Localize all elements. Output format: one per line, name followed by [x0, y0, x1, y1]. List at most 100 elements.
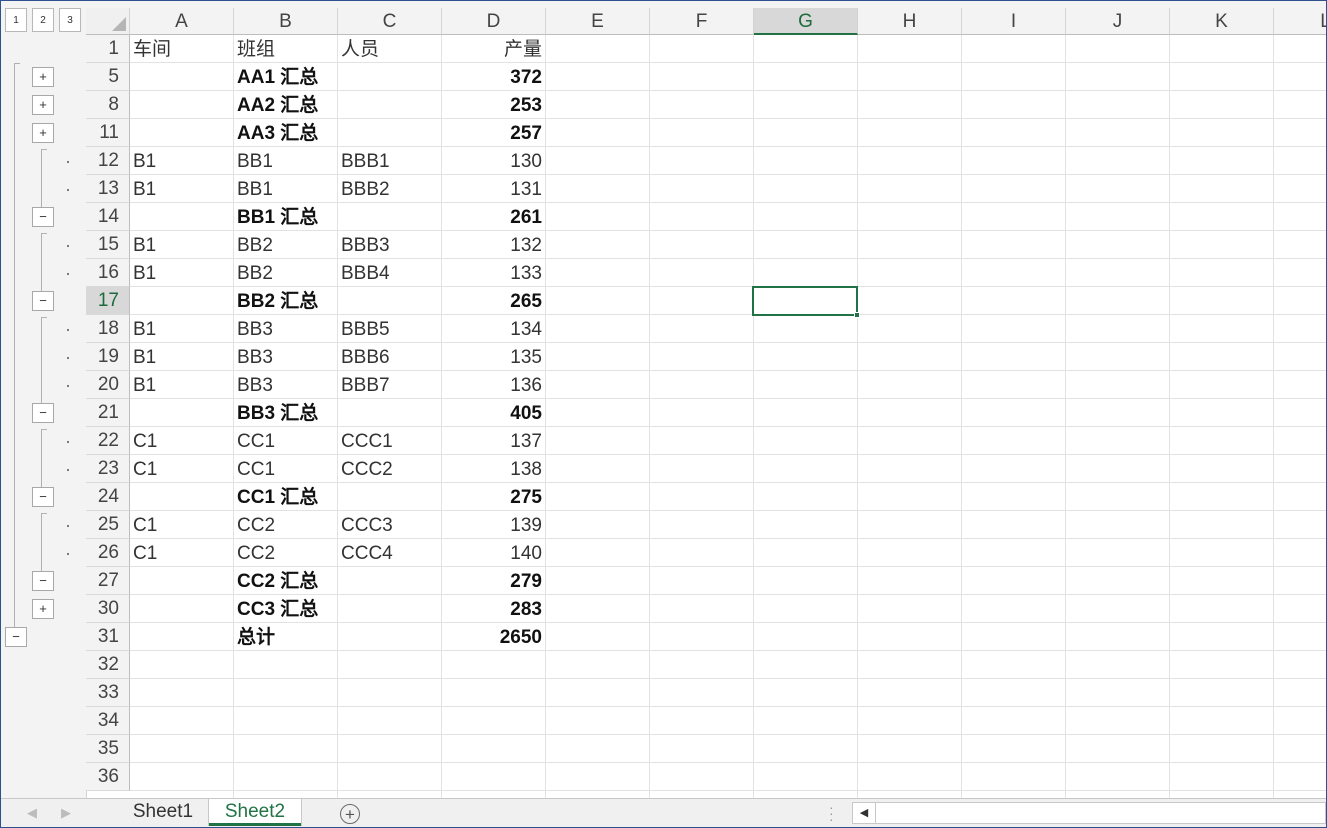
- cell-D5[interactable]: 372: [442, 63, 546, 91]
- column-header-D[interactable]: D: [442, 8, 546, 35]
- row-header-14[interactable]: 14: [86, 203, 130, 231]
- row-header-1[interactable]: 1: [86, 35, 130, 63]
- row-header-32[interactable]: 32: [86, 651, 130, 679]
- cell-B20[interactable]: BB3: [234, 371, 338, 399]
- row-header-25[interactable]: 25: [86, 511, 130, 539]
- row-header-36[interactable]: 36: [86, 763, 130, 791]
- cell-B16[interactable]: BB2: [234, 259, 338, 287]
- cell-B27[interactable]: CC2 汇总: [234, 567, 338, 595]
- cell-B24[interactable]: CC1 汇总: [234, 483, 338, 511]
- cell-D21[interactable]: 405: [442, 399, 546, 427]
- cell-C18[interactable]: BBB5: [338, 315, 442, 343]
- next-sheet-arrow-icon[interactable]: ▶: [61, 805, 71, 821]
- cell-D17[interactable]: 265: [442, 287, 546, 315]
- row-header-26[interactable]: 26: [86, 539, 130, 567]
- outline-toggle-row-27[interactable]: −: [32, 571, 54, 591]
- row-header-35[interactable]: 35: [86, 735, 130, 763]
- row-header-8[interactable]: 8: [86, 91, 130, 119]
- cell-D15[interactable]: 132: [442, 231, 546, 259]
- row-header-11[interactable]: 11: [86, 119, 130, 147]
- cell-A19[interactable]: B1: [130, 343, 234, 371]
- cell-A1[interactable]: 车间: [130, 35, 234, 63]
- cell-B21[interactable]: BB3 汇总: [234, 399, 338, 427]
- cell-C19[interactable]: BBB6: [338, 343, 442, 371]
- cell-D8[interactable]: 253: [442, 91, 546, 119]
- sheet-tab-sheet1[interactable]: Sheet1: [117, 799, 209, 826]
- cell-D1[interactable]: 产量: [442, 35, 546, 63]
- row-header-21[interactable]: 21: [86, 399, 130, 427]
- column-header-F[interactable]: F: [650, 8, 754, 35]
- prev-sheet-arrow-icon[interactable]: ◀: [27, 805, 37, 821]
- cell-C26[interactable]: CCC4: [338, 539, 442, 567]
- column-header-H[interactable]: H: [858, 8, 962, 35]
- cell-C23[interactable]: CCC2: [338, 455, 442, 483]
- column-header-L[interactable]: L: [1274, 8, 1326, 35]
- cell-A12[interactable]: B1: [130, 147, 234, 175]
- outline-toggle-row-24[interactable]: −: [32, 487, 54, 507]
- sheet-tab-sheet2[interactable]: Sheet2: [209, 799, 301, 826]
- outline-toggle-row-5[interactable]: +: [32, 67, 54, 87]
- column-header-E[interactable]: E: [546, 8, 650, 35]
- outline-toggle-row-8[interactable]: +: [32, 95, 54, 115]
- cell-C1[interactable]: 人员: [338, 35, 442, 63]
- cell-D26[interactable]: 140: [442, 539, 546, 567]
- row-header-27[interactable]: 27: [86, 567, 130, 595]
- cell-C15[interactable]: BBB3: [338, 231, 442, 259]
- cell-B12[interactable]: BB1: [234, 147, 338, 175]
- cell-A20[interactable]: B1: [130, 371, 234, 399]
- cell-C16[interactable]: BBB4: [338, 259, 442, 287]
- cell-B5[interactable]: AA1 汇总: [234, 63, 338, 91]
- outline-level-2-button[interactable]: 2: [32, 8, 54, 32]
- cell-B19[interactable]: BB3: [234, 343, 338, 371]
- cell-C20[interactable]: BBB7: [338, 371, 442, 399]
- cell-A26[interactable]: C1: [130, 539, 234, 567]
- row-header-19[interactable]: 19: [86, 343, 130, 371]
- cell-D19[interactable]: 135: [442, 343, 546, 371]
- cell-C12[interactable]: BBB1: [338, 147, 442, 175]
- column-header-K[interactable]: K: [1170, 8, 1274, 35]
- cell-B22[interactable]: CC1: [234, 427, 338, 455]
- cell-A15[interactable]: B1: [130, 231, 234, 259]
- cell-B31[interactable]: 总计: [234, 623, 338, 651]
- cell-B15[interactable]: BB2: [234, 231, 338, 259]
- cell-B25[interactable]: CC2: [234, 511, 338, 539]
- outline-toggle-row-31[interactable]: −: [5, 627, 27, 647]
- cell-B30[interactable]: CC3 汇总: [234, 595, 338, 623]
- cell-B26[interactable]: CC2: [234, 539, 338, 567]
- row-header-24[interactable]: 24: [86, 483, 130, 511]
- column-header-C[interactable]: C: [338, 8, 442, 35]
- cell-B18[interactable]: BB3: [234, 315, 338, 343]
- cell-D18[interactable]: 134: [442, 315, 546, 343]
- row-header-5[interactable]: 5: [86, 63, 130, 91]
- cell-B8[interactable]: AA2 汇总: [234, 91, 338, 119]
- outline-toggle-row-14[interactable]: −: [32, 207, 54, 227]
- cell-C22[interactable]: CCC1: [338, 427, 442, 455]
- row-header-12[interactable]: 12: [86, 147, 130, 175]
- select-all-corner[interactable]: [86, 8, 130, 35]
- cell-A23[interactable]: C1: [130, 455, 234, 483]
- row-header-33[interactable]: 33: [86, 679, 130, 707]
- outline-toggle-row-17[interactable]: −: [32, 291, 54, 311]
- row-header-22[interactable]: 22: [86, 427, 130, 455]
- outline-toggle-row-11[interactable]: +: [32, 123, 54, 143]
- row-header-30[interactable]: 30: [86, 595, 130, 623]
- cell-A16[interactable]: B1: [130, 259, 234, 287]
- row-header-15[interactable]: 15: [86, 231, 130, 259]
- cell-D20[interactable]: 136: [442, 371, 546, 399]
- row-header-17[interactable]: 17: [86, 287, 130, 315]
- cell-D12[interactable]: 130: [442, 147, 546, 175]
- cell-D16[interactable]: 133: [442, 259, 546, 287]
- outline-level-3-button[interactable]: 3: [59, 8, 81, 32]
- cell-A13[interactable]: B1: [130, 175, 234, 203]
- cell-D31[interactable]: 2650: [442, 623, 546, 651]
- cell-D22[interactable]: 137: [442, 427, 546, 455]
- cell-D24[interactable]: 275: [442, 483, 546, 511]
- row-header-23[interactable]: 23: [86, 455, 130, 483]
- horizontal-scrollbar[interactable]: ◀: [852, 802, 1326, 824]
- cell-A18[interactable]: B1: [130, 315, 234, 343]
- cell-D14[interactable]: 261: [442, 203, 546, 231]
- cell-A22[interactable]: C1: [130, 427, 234, 455]
- cell-D30[interactable]: 283: [442, 595, 546, 623]
- cell-A25[interactable]: C1: [130, 511, 234, 539]
- row-header-16[interactable]: 16: [86, 259, 130, 287]
